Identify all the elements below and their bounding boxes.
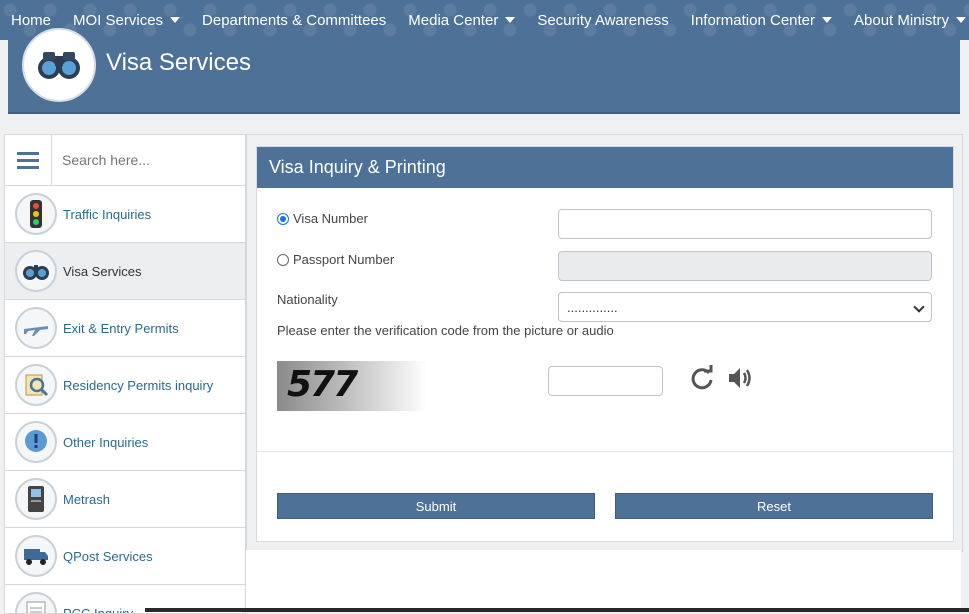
- passport-number-radio[interactable]: [277, 254, 289, 266]
- reset-button[interactable]: Reset: [615, 493, 933, 519]
- nav-security-awareness-label: Security Awareness: [537, 12, 668, 29]
- sidebar: Traffic Inquiries Visa Services Exit & E…: [4, 134, 246, 614]
- audio-icon[interactable]: [727, 365, 753, 391]
- traffic-light-icon: [15, 193, 57, 235]
- sidebar-item-label: Traffic Inquiries: [63, 207, 151, 222]
- captcha-image: 577: [277, 361, 427, 411]
- caret-down-icon: [956, 17, 966, 23]
- submit-button[interactable]: Submit: [277, 493, 595, 519]
- kiosk-icon: [15, 478, 57, 520]
- passport-number-input: [558, 251, 932, 281]
- info-bubble-icon: [15, 421, 57, 463]
- sidebar-header: [5, 135, 245, 186]
- verification-instructions: Please enter the verification code from …: [277, 323, 614, 338]
- sidebar-item-label: QPost Services: [63, 549, 153, 564]
- nav-about-ministry[interactable]: About Ministry: [843, 0, 969, 40]
- main-content: Visa Inquiry & Printing Visa Number Pass…: [246, 134, 963, 552]
- nav-media-center-label: Media Center: [408, 12, 498, 29]
- content-footer-area: [246, 550, 961, 612]
- delivery-truck-icon: [15, 535, 57, 577]
- caret-down-icon: [505, 17, 515, 23]
- nationality-selected-value: ..............: [567, 300, 618, 315]
- page-title: Visa Services: [106, 49, 251, 77]
- sidebar-item-metrash[interactable]: Metrash: [5, 471, 245, 528]
- sidebar-item-label: Metrash: [63, 492, 110, 507]
- visa-number-option[interactable]: Visa Number: [277, 211, 368, 226]
- nav-home-label: Home: [11, 12, 51, 29]
- nationality-select[interactable]: ..............: [558, 292, 932, 322]
- form-divider: [257, 451, 953, 452]
- sidebar-item-label: PCC Inquiry: [63, 606, 133, 614]
- nav-media-center[interactable]: Media Center: [397, 0, 526, 40]
- chevron-down-icon: [913, 301, 924, 312]
- horizontal-scrollbar[interactable]: [145, 608, 969, 612]
- sidebar-item-label: Visa Services: [63, 264, 142, 279]
- nav-moi-services-label: MOI Services: [73, 12, 163, 29]
- nav-departments-label: Departments & Committees: [202, 12, 386, 29]
- nav-information-center[interactable]: Information Center: [680, 0, 843, 40]
- caret-down-icon: [170, 17, 180, 23]
- sidebar-item-label: Other Inquiries: [63, 435, 148, 450]
- nav-departments[interactable]: Departments & Committees: [191, 0, 397, 40]
- sidebar-item-label: Exit & Entry Permits: [63, 321, 179, 336]
- binoculars-icon: [22, 28, 96, 102]
- sidebar-item-visa-services[interactable]: Visa Services: [5, 243, 245, 300]
- captcha-text: 577: [287, 364, 356, 405]
- visa-inquiry-panel: Visa Inquiry & Printing Visa Number Pass…: [256, 146, 954, 542]
- binoculars-icon: [15, 250, 57, 292]
- magnifier-document-icon: [15, 364, 57, 406]
- top-navigation: Home MOI Services Departments & Committe…: [0, 0, 969, 40]
- refresh-icon[interactable]: [689, 365, 715, 391]
- passport-number-option[interactable]: Passport Number: [277, 252, 394, 267]
- visa-number-label: Visa Number: [293, 211, 368, 226]
- sidebar-item-qpost-services[interactable]: QPost Services: [5, 528, 245, 585]
- nav-security-awareness[interactable]: Security Awareness: [526, 0, 679, 40]
- page-banner: Visa Services: [8, 40, 960, 114]
- sidebar-item-traffic-inquiries[interactable]: Traffic Inquiries: [5, 186, 245, 243]
- sidebar-item-residency-permits[interactable]: Residency Permits inquiry: [5, 357, 245, 414]
- nav-moi-services[interactable]: MOI Services: [62, 0, 191, 40]
- nav-about-ministry-label: About Ministry: [854, 12, 949, 29]
- visa-number-radio[interactable]: [277, 213, 289, 225]
- sidebar-search-input[interactable]: [52, 135, 245, 185]
- captcha-input[interactable]: [548, 366, 663, 396]
- airplane-icon: [15, 307, 57, 349]
- caret-down-icon: [822, 17, 832, 23]
- sidebar-item-exit-entry-permits[interactable]: Exit & Entry Permits: [5, 300, 245, 357]
- hamburger-menu-icon[interactable]: [5, 135, 52, 185]
- sidebar-item-other-inquiries[interactable]: Other Inquiries: [5, 414, 245, 471]
- passport-number-label: Passport Number: [293, 252, 394, 267]
- sidebar-item-label: Residency Permits inquiry: [63, 378, 213, 393]
- nav-information-center-label: Information Center: [691, 12, 815, 29]
- nationality-label: Nationality: [277, 292, 338, 307]
- visa-number-input[interactable]: [558, 209, 932, 239]
- certificate-icon: [15, 592, 57, 614]
- panel-title: Visa Inquiry & Printing: [257, 147, 953, 188]
